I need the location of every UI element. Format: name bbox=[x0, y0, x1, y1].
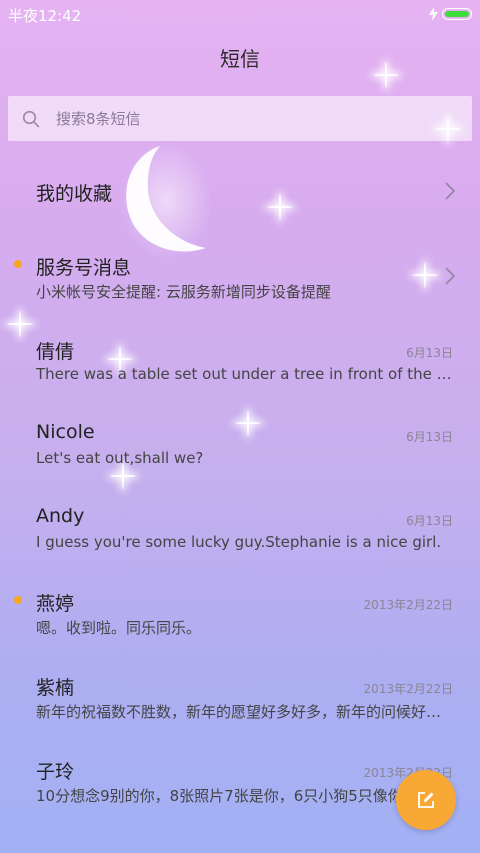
search-bar[interactable] bbox=[8, 96, 472, 141]
message-date: 2013年2月22日 bbox=[363, 682, 453, 696]
chevron-right-icon bbox=[445, 267, 456, 285]
chevron-right-icon bbox=[445, 182, 456, 200]
message-preview: There was a table set out under a tree i… bbox=[36, 365, 454, 383]
compose-icon bbox=[418, 792, 434, 808]
message-preview: 10分想念9别的你，8张照片7张是你，6只小狗5只像你 bbox=[36, 787, 403, 805]
charging-icon bbox=[429, 7, 438, 21]
compose-button[interactable] bbox=[396, 770, 456, 830]
page-title: 短信 bbox=[220, 47, 260, 71]
service-messages-preview: 小米帐号安全提醒: 云服务新增同步设备提醒 bbox=[36, 283, 331, 301]
service-messages-label: 服务号消息 bbox=[36, 257, 132, 279]
status-time: 半夜12:42 bbox=[8, 7, 82, 25]
status-icons bbox=[429, 6, 472, 22]
conversation-row[interactable]: 紫楠 2013年2月22日 新年的祝福数不胜数，新年的愿望好多好多，新年的问候好… bbox=[0, 654, 480, 738]
battery-level bbox=[445, 11, 469, 17]
search-input[interactable] bbox=[54, 108, 438, 129]
message-date: 2013年2月22日 bbox=[363, 598, 453, 612]
contact-name: 子玲 bbox=[36, 761, 75, 783]
message-preview: 嗯。收到啦。同乐同乐。 bbox=[36, 619, 202, 637]
message-date: 6月13日 bbox=[406, 346, 453, 360]
search-icon bbox=[22, 110, 40, 127]
conversation-row[interactable]: Nicole 6月13日 Let's eat out,shall we? bbox=[0, 402, 480, 486]
service-messages-row[interactable]: 服务号消息 小米帐号安全提醒: 云服务新增同步设备提醒 bbox=[0, 234, 480, 318]
unread-dot bbox=[14, 260, 22, 268]
contact-name: 倩倩 bbox=[36, 341, 75, 363]
unread-dot bbox=[14, 596, 22, 604]
conversation-row[interactable]: 倩倩 6月13日 There was a table set out under… bbox=[0, 318, 480, 402]
contact-name: Andy bbox=[36, 505, 85, 527]
contact-name: 燕婷 bbox=[36, 593, 75, 615]
conversation-row[interactable]: 燕婷 2013年2月22日 嗯。收到啦。同乐同乐。 bbox=[0, 570, 480, 654]
favorites-folder-label: 我的收藏 bbox=[36, 183, 113, 205]
conversation-row[interactable]: Andy 6月13日 I guess you're some lucky guy… bbox=[0, 486, 480, 570]
message-preview: 新年的祝福数不胜数，新年的愿望好多好多，新年的问候好多好多 bbox=[36, 703, 454, 721]
favorites-folder-row[interactable]: 我的收藏 bbox=[0, 150, 480, 234]
message-preview: Let's eat out,shall we? bbox=[36, 449, 204, 467]
contact-name: 紫楠 bbox=[36, 677, 75, 699]
message-date: 6月13日 bbox=[406, 430, 453, 444]
status-bar: 半夜12:42 bbox=[0, 0, 480, 28]
message-preview: I guess you're some lucky guy.Stephanie … bbox=[36, 533, 442, 551]
message-date: 6月13日 bbox=[406, 514, 453, 528]
contact-name: Nicole bbox=[36, 421, 95, 443]
battery-icon bbox=[442, 8, 472, 20]
